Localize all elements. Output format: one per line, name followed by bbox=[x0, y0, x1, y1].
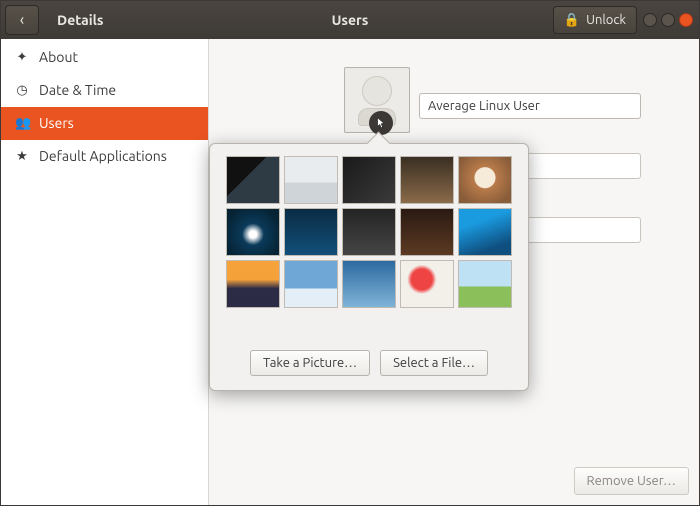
full-name-input[interactable] bbox=[419, 93, 641, 119]
take-picture-button[interactable]: Take a Picture… bbox=[250, 350, 370, 376]
stock-avatar-tomatoes[interactable] bbox=[400, 260, 454, 308]
stock-avatar-sunset-mountain[interactable] bbox=[226, 260, 280, 308]
sidebar-item-default-apps[interactable]: ★ Default Applications bbox=[1, 140, 208, 173]
stock-avatar-calculator-clips[interactable] bbox=[342, 156, 396, 204]
settings-window: ‹ Details Users 🔒 Unlock ✦ About ◷ Date … bbox=[0, 0, 700, 506]
sidebar-item-label: Date & Time bbox=[39, 82, 116, 98]
window-controls bbox=[643, 13, 693, 27]
stock-avatar-headphones-dark[interactable] bbox=[400, 208, 454, 256]
stock-avatar-bicycle-night[interactable] bbox=[226, 156, 280, 204]
stock-avatar-white-lily-blue[interactable] bbox=[226, 208, 280, 256]
lock-icon: 🔒 bbox=[564, 13, 580, 28]
unlock-button-label: Unlock bbox=[586, 13, 626, 27]
select-file-button[interactable]: Select a File… bbox=[380, 350, 488, 376]
chevron-left-icon: ‹ bbox=[20, 11, 25, 29]
sidebar-item-date-time[interactable]: ◷ Date & Time bbox=[1, 74, 208, 107]
remove-user-button[interactable]: Remove User… bbox=[574, 467, 690, 495]
avatar-placeholder-icon bbox=[362, 76, 392, 106]
minimize-button[interactable] bbox=[643, 13, 657, 27]
panel-title: Details bbox=[57, 12, 103, 28]
stock-avatar-cat[interactable] bbox=[400, 156, 454, 204]
avatar-popover-actions: Take a Picture… Select a File… bbox=[222, 350, 516, 376]
about-icon: ✦ bbox=[15, 50, 29, 65]
titlebar: ‹ Details Users 🔒 Unlock bbox=[1, 1, 699, 39]
sidebar-item-label: Default Applications bbox=[39, 148, 167, 164]
page-title: Users bbox=[332, 12, 369, 28]
clock-icon: ◷ bbox=[15, 83, 29, 98]
window-body: ✦ About ◷ Date & Time 👥 Users ★ Default … bbox=[1, 39, 699, 505]
user-avatar-button[interactable] bbox=[344, 67, 410, 133]
users-icon: 👥 bbox=[15, 116, 29, 131]
stock-avatar-guitar-dark[interactable] bbox=[342, 208, 396, 256]
maximize-button[interactable] bbox=[661, 13, 675, 27]
star-icon: ★ bbox=[15, 149, 29, 164]
sidebar-item-about[interactable]: ✦ About bbox=[1, 41, 208, 74]
stock-avatar-latte-art[interactable] bbox=[458, 156, 512, 204]
close-button[interactable] bbox=[679, 13, 693, 27]
back-button[interactable]: ‹ bbox=[5, 5, 39, 35]
users-panel: Take a Picture… Select a File… Remove Us… bbox=[209, 39, 699, 505]
stock-avatar-airplane-wing[interactable] bbox=[284, 260, 338, 308]
sidebar-item-label: Users bbox=[39, 115, 74, 131]
stock-avatar-hummingbird[interactable] bbox=[458, 208, 512, 256]
avatar-picker-popover: Take a Picture… Select a File… bbox=[209, 143, 529, 391]
stock-avatar-surfer-wave[interactable] bbox=[342, 260, 396, 308]
stock-avatar-lone-tree-field[interactable] bbox=[458, 260, 512, 308]
stock-avatar-wave-dark[interactable] bbox=[284, 208, 338, 256]
settings-sidebar: ✦ About ◷ Date & Time 👥 Users ★ Default … bbox=[1, 39, 209, 505]
stock-avatar-open-book[interactable] bbox=[284, 156, 338, 204]
sidebar-item-users[interactable]: 👥 Users bbox=[1, 107, 208, 140]
stock-avatar-grid bbox=[222, 156, 516, 308]
avatar-placeholder-icon bbox=[358, 108, 396, 126]
unlock-button[interactable]: 🔒 Unlock bbox=[553, 6, 637, 34]
sidebar-item-label: About bbox=[39, 49, 78, 65]
